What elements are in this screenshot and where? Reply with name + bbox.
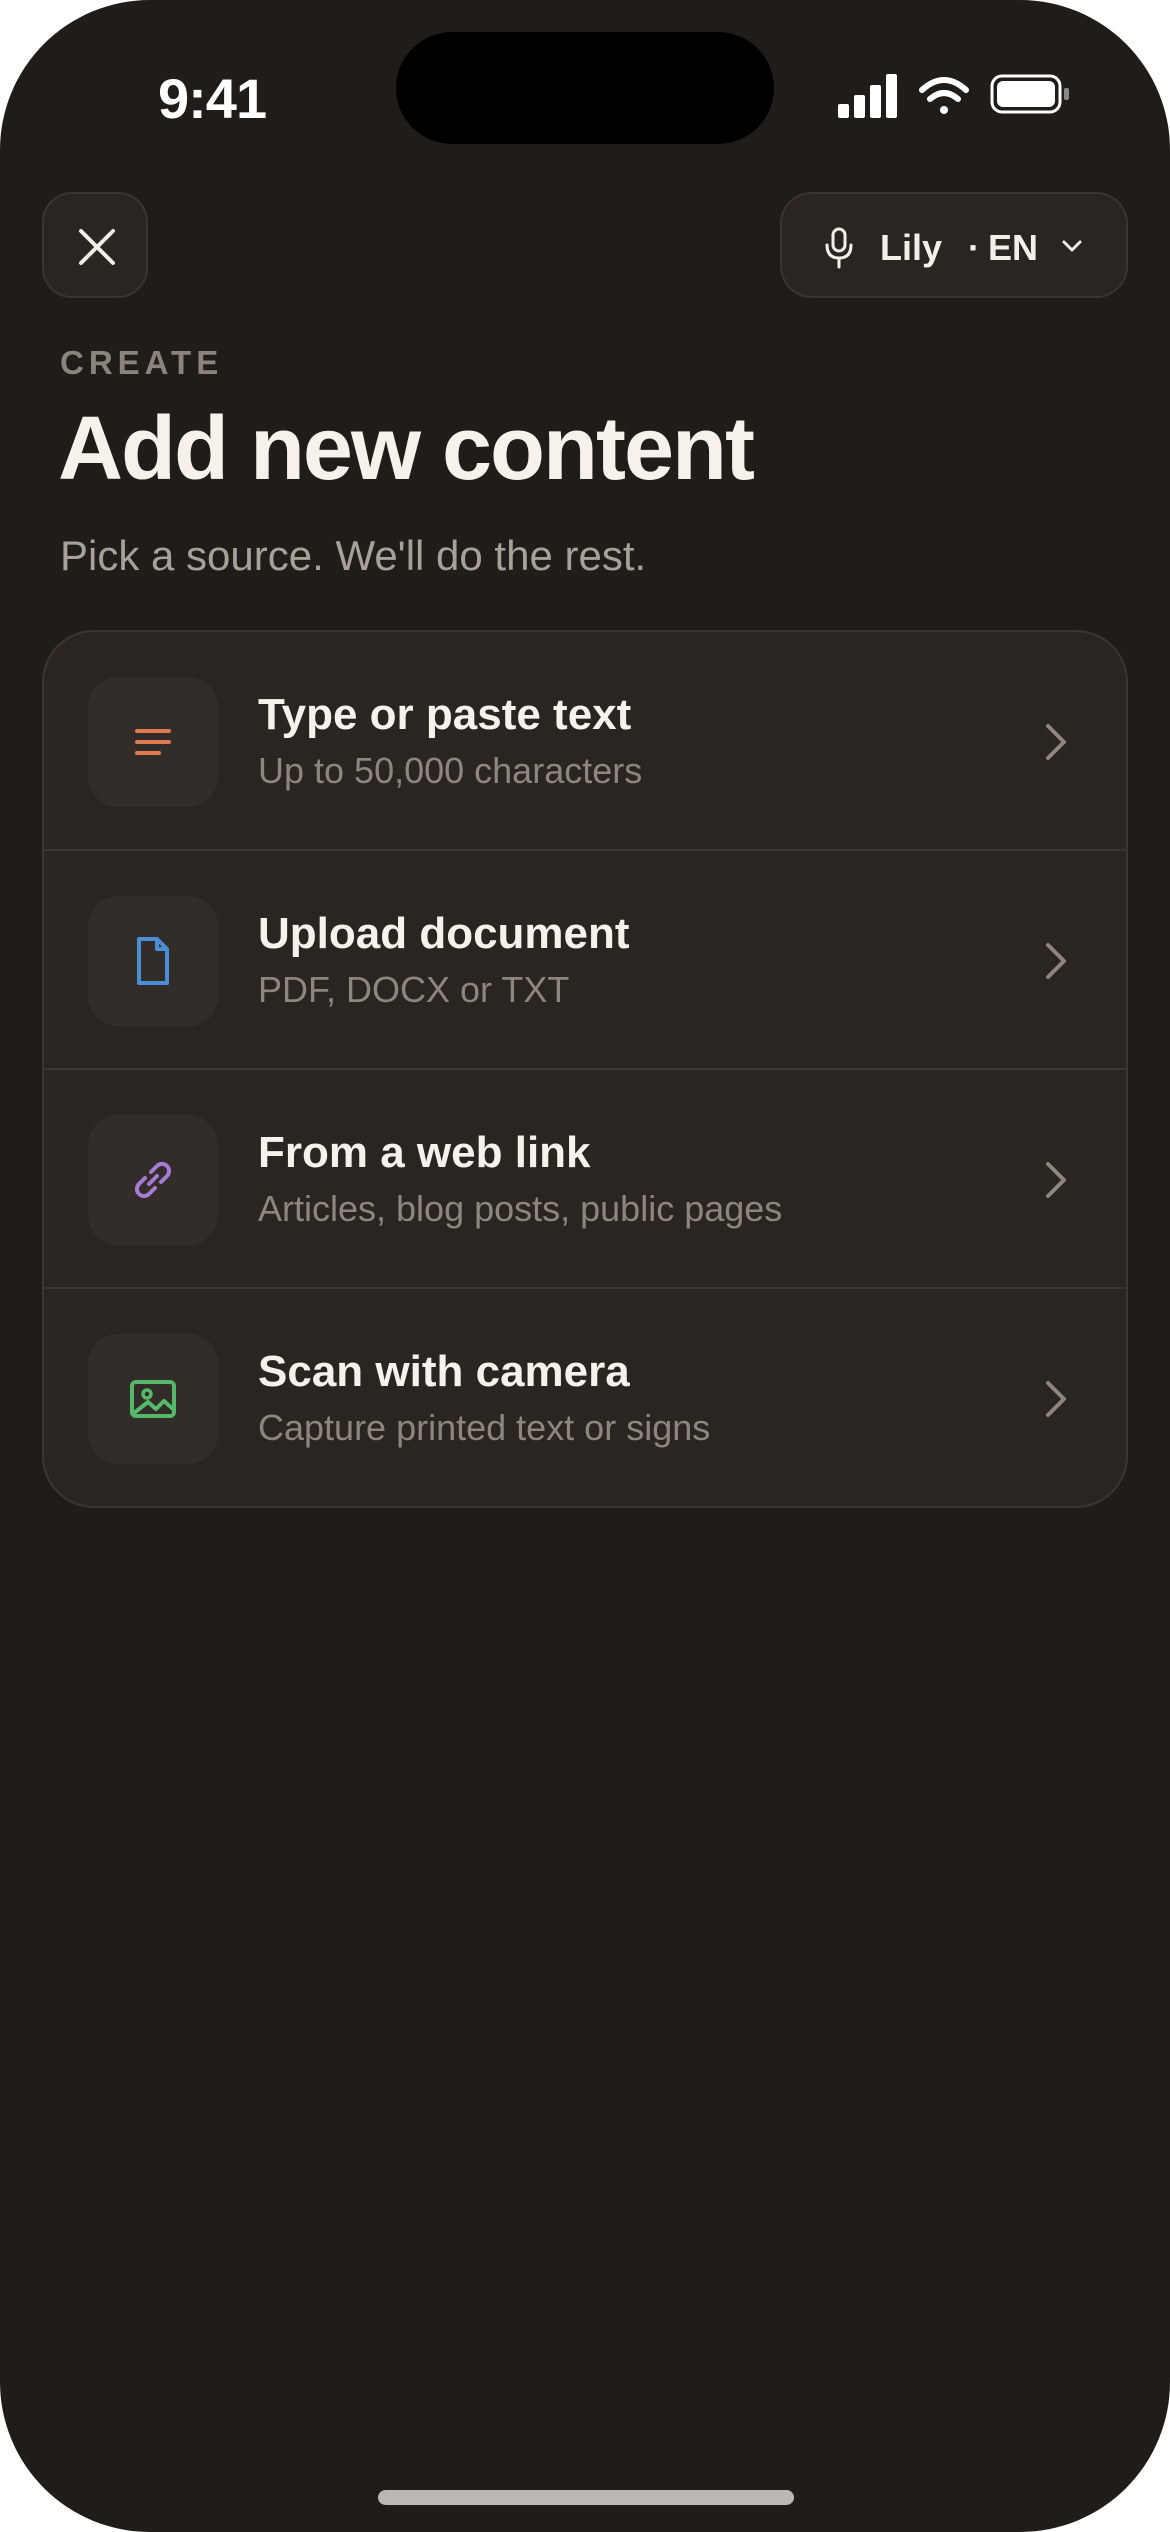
phone-screen: 9:41 Lily · EN CREATE Add new content Pi… xyxy=(0,0,1170,2532)
link-icon xyxy=(134,1161,172,1199)
home-indicator[interactable] xyxy=(378,2490,794,2505)
wifi-icon xyxy=(919,77,969,114)
microphone-icon xyxy=(825,227,853,269)
source-subtitle: Articles, blog posts, public pages xyxy=(258,1188,783,1229)
status-icons xyxy=(838,70,1078,120)
chevron-right-icon xyxy=(1046,1381,1066,1417)
source-option-camera[interactable]: Scan with camera Capture printed text or… xyxy=(44,1289,1126,1506)
chevron-right-icon xyxy=(1046,943,1066,979)
chevron-right-icon xyxy=(1046,724,1066,760)
section-eyebrow: CREATE xyxy=(60,344,224,381)
source-icon-tile xyxy=(88,1334,218,1464)
source-icon-tile xyxy=(88,1115,218,1245)
source-options-list: Type or paste text Up to 50,000 characte… xyxy=(42,630,1128,1508)
cellular-signal-icon xyxy=(838,74,897,118)
dynamic-island xyxy=(396,32,774,144)
image-icon xyxy=(130,1380,176,1418)
voice-separator: · xyxy=(968,227,980,268)
close-icon xyxy=(79,229,115,265)
language-code: EN xyxy=(988,227,1039,268)
source-option-document[interactable]: Upload document PDF, DOCX or TXT xyxy=(44,851,1126,1070)
source-subtitle: PDF, DOCX or TXT xyxy=(258,969,570,1010)
source-icon-tile xyxy=(88,677,218,807)
source-title: Type or paste text xyxy=(258,690,632,739)
battery-icon xyxy=(990,74,1069,114)
source-subtitle: Capture printed text or signs xyxy=(258,1407,711,1448)
chevron-down-icon xyxy=(1062,240,1082,252)
source-title: From a web link xyxy=(258,1128,591,1177)
voice-name: Lily xyxy=(880,227,943,268)
text-lines-icon xyxy=(135,729,171,755)
document-icon xyxy=(137,937,169,985)
close-button[interactable] xyxy=(42,192,148,298)
source-title: Scan with camera xyxy=(258,1347,630,1396)
source-option-text[interactable]: Type or paste text Up to 50,000 characte… xyxy=(44,632,1126,851)
source-icon-tile xyxy=(88,896,218,1026)
voice-language-selector[interactable]: Lily · EN xyxy=(780,192,1128,298)
source-title: Upload document xyxy=(258,909,630,958)
status-time: 9:41 xyxy=(158,67,267,130)
source-option-web-link[interactable]: From a web link Articles, blog posts, pu… xyxy=(44,1070,1126,1289)
chevron-right-icon xyxy=(1046,1162,1066,1198)
source-subtitle: Up to 50,000 characters xyxy=(258,750,643,791)
page-subtitle: Pick a source. We'll do the rest. xyxy=(60,532,647,579)
page-title: Add new content xyxy=(58,399,755,499)
